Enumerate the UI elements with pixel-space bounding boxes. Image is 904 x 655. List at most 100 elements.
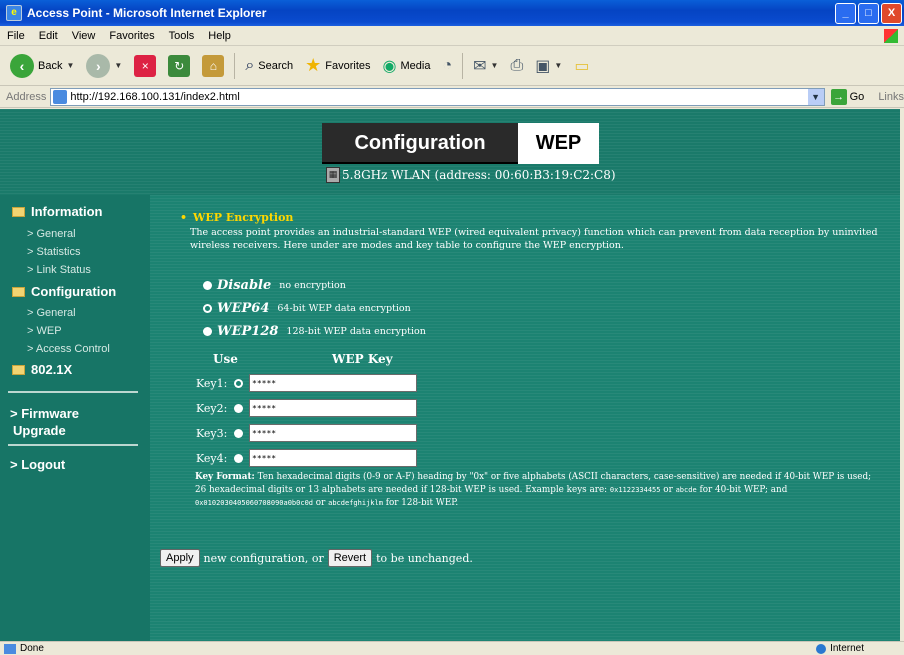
address-input[interactable]: http://192.168.100.131/index2.html ▼: [50, 87, 825, 106]
menu-file[interactable]: File: [0, 30, 32, 42]
key-label-3: Key3:: [196, 426, 228, 440]
sidebar-firmware-upgrade[interactable]: > Firmware Upgrade: [10, 405, 79, 439]
key-radio-2[interactable]: [234, 403, 243, 413]
messenger-button[interactable]: ▭: [570, 51, 593, 81]
key-input-4[interactable]: [249, 449, 417, 467]
sidebar-item-config-general[interactable]: > General: [27, 307, 76, 319]
key-radio-3[interactable]: [234, 428, 243, 438]
address-url[interactable]: http://192.168.100.131/index2.html: [70, 91, 807, 103]
star-icon: ★: [305, 55, 322, 75]
security-zone: Internet: [816, 643, 864, 654]
key-input-2[interactable]: [249, 399, 417, 417]
sidebar-section-configuration[interactable]: Configuration: [12, 284, 116, 299]
sidebar-section-802-1x[interactable]: 802.1X: [12, 362, 72, 377]
key-input-1[interactable]: [249, 374, 417, 392]
media-button[interactable]: ◉ Media: [379, 51, 435, 81]
sidebar-item-statistics[interactable]: > Statistics: [27, 246, 81, 258]
forward-button[interactable]: › ▼: [82, 51, 126, 81]
open-folder-icon: [12, 206, 25, 217]
key-radio-4[interactable]: [234, 453, 243, 463]
key-label-4: Key4:: [196, 451, 228, 465]
search-button[interactable]: ⌕ Search: [241, 51, 297, 81]
toolbar-divider: [462, 52, 464, 79]
open-folder-icon: [12, 286, 25, 297]
mode-desc-disable: no encryption: [279, 280, 346, 291]
key-input-3[interactable]: [249, 424, 417, 442]
stop-button[interactable]: ×: [130, 51, 160, 81]
favorites-button[interactable]: ★ Favorites: [301, 51, 374, 81]
folder-note-icon: ▭: [574, 57, 590, 75]
sidebar-divider: [8, 444, 138, 446]
sidebar-item-info-general[interactable]: > General: [27, 228, 76, 240]
refresh-button[interactable]: ↻: [164, 51, 194, 81]
stop-icon: ×: [134, 54, 157, 77]
radio-wep128[interactable]: [203, 327, 212, 336]
sidebar-configuration-label: Configuration: [31, 284, 117, 299]
key-label-1: Key1:: [196, 376, 228, 390]
search-icon: ⌕: [245, 56, 255, 74]
history-button[interactable]: ◔: [438, 51, 456, 81]
history-icon: ◔: [442, 56, 453, 74]
key-row-4: Key4:: [196, 449, 417, 467]
apply-button[interactable]: Apply: [160, 549, 200, 567]
windows-logo-icon: [884, 28, 898, 43]
sidebar-information-label: Information: [31, 204, 103, 219]
mail-button[interactable]: ✉ ▼: [469, 51, 502, 81]
menu-tools[interactable]: Tools: [162, 30, 202, 42]
key-example-1: 0x1122334455: [609, 486, 661, 494]
maximize-button[interactable]: □: [858, 2, 879, 24]
menu-help[interactable]: Help: [201, 30, 238, 42]
home-icon: ⌂: [202, 54, 225, 77]
key-row-2: Key2:: [196, 399, 417, 417]
menu-view[interactable]: View: [65, 30, 103, 42]
media-label: Media: [400, 59, 431, 72]
back-dropdown-icon[interactable]: ▼: [66, 61, 74, 70]
revert-text: to be unchanged.: [376, 551, 473, 565]
mode-option-disable[interactable]: Disable no encryption: [203, 278, 346, 293]
sidebar-802-1x-label: 802.1X: [31, 362, 73, 377]
section-title-text: WEP Encryption: [193, 211, 294, 224]
forward-dropdown-icon[interactable]: ▼: [114, 61, 122, 70]
mail-dropdown-icon[interactable]: ▼: [491, 61, 499, 70]
sidebar-logout[interactable]: > Logout: [10, 456, 65, 473]
mode-option-wep64[interactable]: WEP64 64-bit WEP data encryption: [203, 301, 411, 316]
go-button[interactable]: → Go: [825, 88, 871, 105]
address-dropdown-icon[interactable]: ▼: [807, 88, 824, 105]
sidebar-section-information[interactable]: Information: [12, 204, 103, 219]
menu-edit[interactable]: Edit: [32, 30, 65, 42]
edit-dropdown-icon[interactable]: ▼: [554, 61, 562, 70]
edit-button[interactable]: ▣ ▼: [531, 51, 566, 81]
print-button[interactable]: ⎙: [506, 51, 527, 81]
status-bar: Done Internet: [0, 641, 904, 655]
home-button[interactable]: ⌂: [198, 51, 228, 81]
links-button[interactable]: Links: [878, 91, 904, 103]
window-title: Access Point - Microsoft Internet Explor…: [27, 6, 267, 20]
wlan-info: ▦ 5.8GHz WLAN (address: 00:60:B3:19:C2:C…: [326, 167, 616, 183]
sidebar-item-link-status[interactable]: > Link Status: [27, 264, 91, 276]
sidebar: Information > General > Statistics > Lin…: [0, 195, 150, 641]
sidebar-item-access-control[interactable]: > Access Control: [27, 343, 110, 355]
key-format-note: Key Format: Ten hexadecimal digits (0-9 …: [195, 471, 885, 510]
search-label: Search: [258, 59, 294, 72]
sidebar-item-wep[interactable]: > WEP: [27, 325, 62, 337]
go-label: Go: [849, 90, 865, 103]
close-button[interactable]: X: [881, 2, 902, 24]
section-title: • WEP Encryption: [180, 211, 293, 224]
key-format-text-3: for 128-bit WEP.: [382, 498, 459, 508]
radio-wep64[interactable]: [203, 304, 212, 313]
wlan-device-icon: ▦: [326, 167, 340, 183]
closed-folder-icon: [12, 364, 25, 375]
radio-disable[interactable]: [203, 281, 212, 290]
key-row-1: Key1:: [196, 374, 417, 392]
key-format-or-1: or: [660, 485, 676, 495]
minimize-button[interactable]: _: [835, 2, 856, 24]
wep-title: WEP: [518, 123, 599, 164]
vertical-scrollbar[interactable]: [900, 109, 904, 641]
column-header-wep-key: WEP Key: [332, 352, 393, 366]
revert-button[interactable]: Revert: [327, 549, 373, 567]
menu-favorites[interactable]: Favorites: [102, 30, 161, 42]
back-button[interactable]: ‹ Back ▼: [6, 51, 78, 81]
key-radio-1[interactable]: [234, 378, 243, 388]
key-format-label: Key Format:: [195, 472, 255, 482]
mode-option-wep128[interactable]: WEP128 128-bit WEP data encryption: [203, 324, 426, 339]
